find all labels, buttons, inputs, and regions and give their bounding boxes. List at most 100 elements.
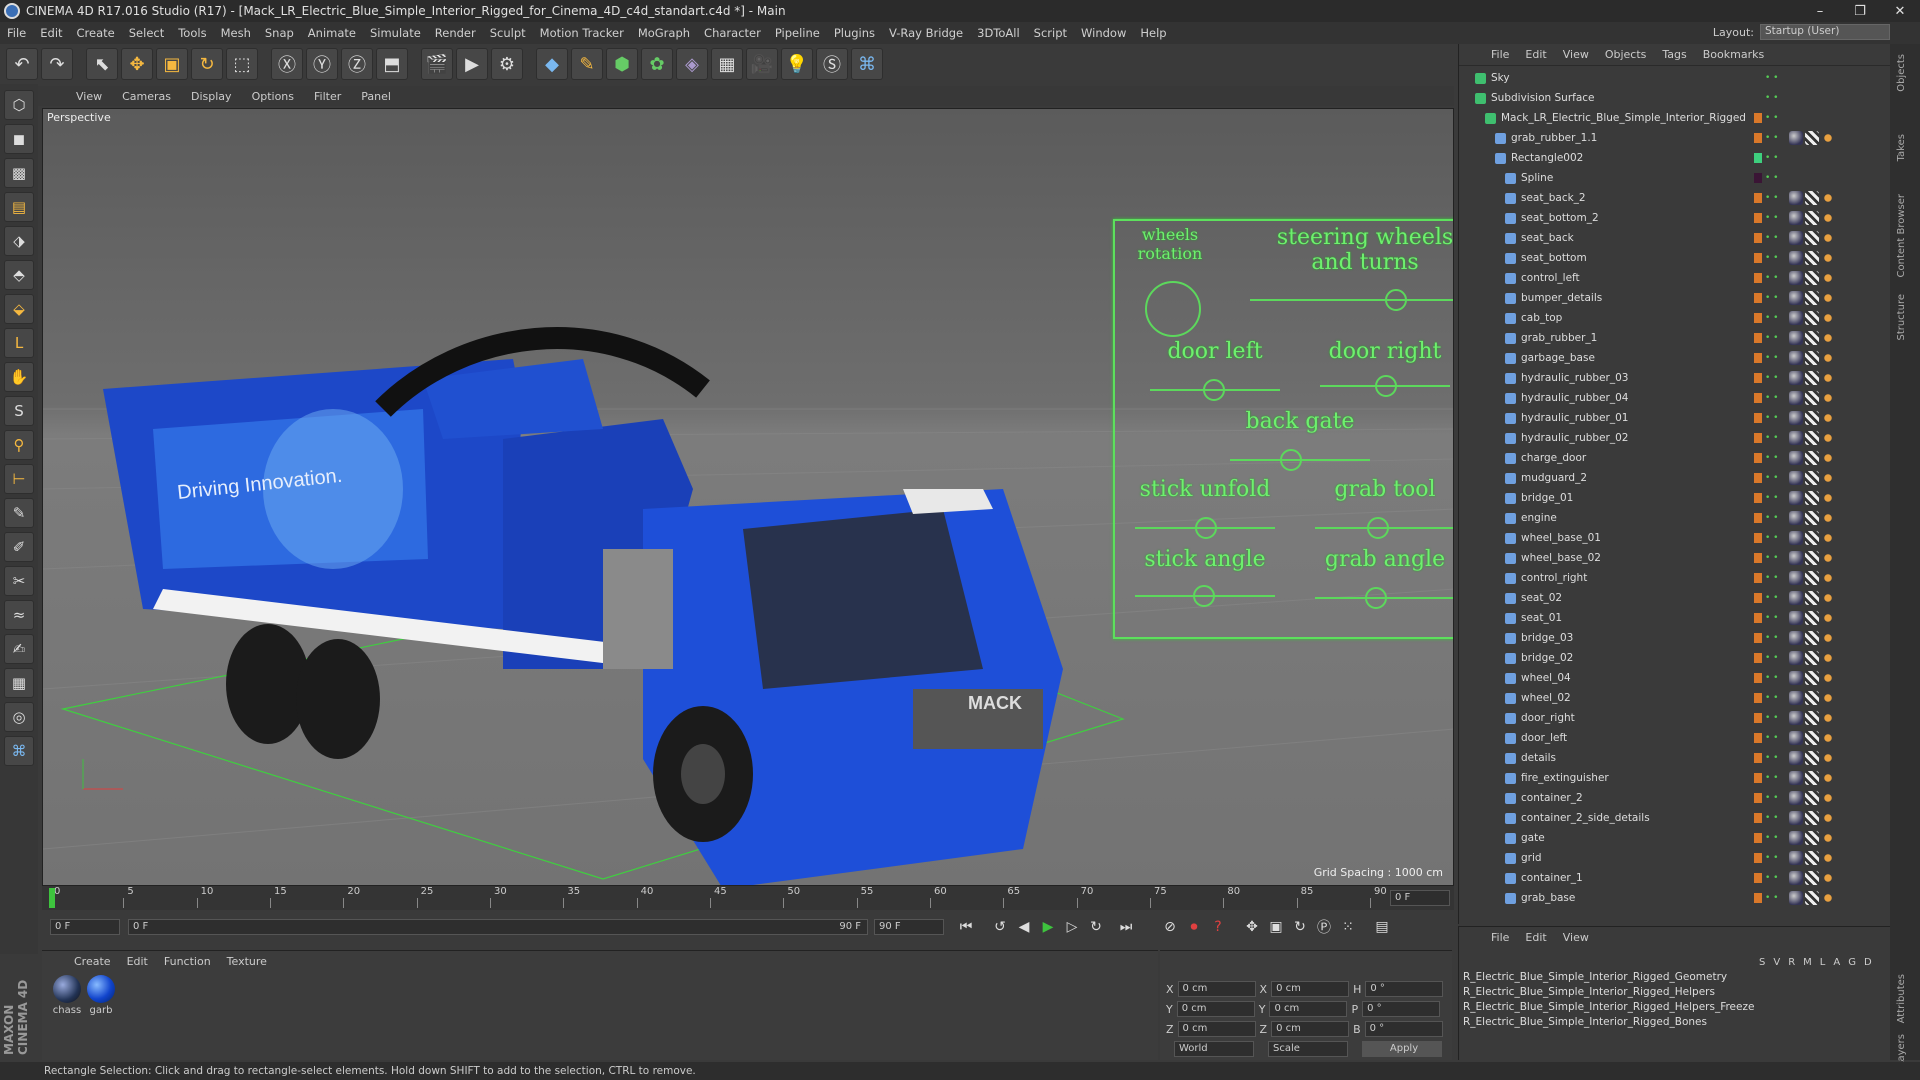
material-tag-icon[interactable] [1789,271,1803,285]
material-tag-icon[interactable] [1789,311,1803,325]
material-tag-icon[interactable] [1789,511,1803,525]
rig-tag-icon[interactable] [1821,831,1835,845]
size-y-field[interactable]: 0 cm [1269,1001,1348,1017]
timeline-menu-icon[interactable]: ▤ [1370,915,1394,939]
rig-tag-icon[interactable] [1821,251,1835,265]
material-tag-icon[interactable] [1789,291,1803,305]
material-menu-texture[interactable]: Texture [219,955,275,968]
autokey-icon[interactable]: ⏺ [1182,915,1206,939]
visibility-toggle-icon[interactable]: • • [1765,694,1778,703]
viewport-menu-filter[interactable]: Filter [304,90,351,103]
visibility-toggle-icon[interactable]: • • [1765,774,1778,783]
undo-icon[interactable]: ↶ [6,48,38,80]
rig-tag-icon[interactable] [1821,511,1835,525]
rig-tag-icon[interactable] [1821,631,1835,645]
visibility-toggle-icon[interactable]: • • [1765,614,1778,623]
menu-snap[interactable]: Snap [258,26,301,40]
door-right-slider[interactable] [1375,375,1397,397]
rig-tag-icon[interactable] [1821,711,1835,725]
key-pla-icon[interactable]: ⁙ [1336,915,1360,939]
visibility-toggle-icon[interactable]: • • [1765,554,1778,563]
material-swatch-1[interactable]: chass [52,975,82,1016]
object-row[interactable]: grab_rubber_1.1 • • [1459,128,1891,148]
visibility-toggle-icon[interactable]: • • [1765,174,1778,183]
scale-icon[interactable]: ▣ [156,48,188,80]
material-tag-icon[interactable] [1789,711,1803,725]
menu-plugins[interactable]: Plugins [827,26,882,40]
texture-tag-icon[interactable] [1805,291,1819,305]
objects-menu-tags[interactable]: Tags [1654,48,1694,61]
menu-simulate[interactable]: Simulate [363,26,428,40]
material-tag-icon[interactable] [1789,331,1803,345]
menu-tools[interactable]: Tools [171,26,213,40]
recent-tools-icon[interactable]: ⬚ [226,48,258,80]
light-icon[interactable]: 💡 [781,48,813,80]
visibility-toggle-icon[interactable]: • • [1765,874,1778,883]
visibility-toggle-icon[interactable]: • • [1765,334,1778,343]
material-tag-icon[interactable] [1789,791,1803,805]
layers-menu-view[interactable]: View [1555,931,1597,944]
floor-icon[interactable]: ▦ [711,48,743,80]
texture-tag-icon[interactable] [1805,391,1819,405]
texture-tag-icon[interactable] [1805,751,1819,765]
object-row[interactable]: grab_rubber_1 • • [1459,328,1891,348]
layer-color-swatch[interactable] [1754,213,1762,223]
layer-color-swatch[interactable] [1754,253,1762,263]
visibility-toggle-icon[interactable]: • • [1765,754,1778,763]
rig-tag-icon[interactable] [1821,291,1835,305]
rig-tag-icon[interactable] [1821,591,1835,605]
viewport-menu-cameras[interactable]: Cameras [112,90,181,103]
rig-tag-icon[interactable] [1821,351,1835,365]
layer-color-swatch[interactable] [1754,493,1762,503]
material-tag-icon[interactable] [1789,611,1803,625]
objects-menu-bookmarks[interactable]: Bookmarks [1695,48,1772,61]
viewport-menu-panel[interactable]: Panel [351,90,401,103]
object-row[interactable]: door_right • • [1459,708,1891,728]
menu-edit[interactable]: Edit [33,26,69,40]
object-row[interactable]: seat_02 • • [1459,588,1891,608]
tab-content-browser[interactable]: Content Browser [1896,194,1907,277]
material-tag-icon[interactable] [1789,211,1803,225]
menu-file[interactable]: File [0,26,33,40]
layer-color-swatch[interactable] [1754,233,1762,243]
layer-color-swatch[interactable] [1754,653,1762,663]
object-row[interactable]: container_1 • • [1459,868,1891,888]
texture-tag-icon[interactable] [1805,271,1819,285]
material-tag-icon[interactable] [1789,651,1803,665]
snap-icon[interactable]: S [4,396,34,426]
texture-tag-icon[interactable] [1805,371,1819,385]
texture-tag-icon[interactable] [1805,771,1819,785]
rig-tag-icon[interactable] [1821,651,1835,665]
visibility-toggle-icon[interactable]: • • [1765,894,1778,903]
material-tag-icon[interactable] [1789,571,1803,585]
rig-tag-icon[interactable] [1821,491,1835,505]
texture-tag-icon[interactable] [1805,671,1819,685]
object-row[interactable]: seat_bottom_2 • • [1459,208,1891,228]
visibility-toggle-icon[interactable]: • • [1765,134,1778,143]
visibility-toggle-icon[interactable]: • • [1765,814,1778,823]
rig-tag-icon[interactable] [1821,571,1835,585]
rig-tag-icon[interactable] [1821,731,1835,745]
pos-x-field[interactable]: 0 cm [1177,981,1256,997]
material-tag-icon[interactable] [1789,351,1803,365]
material-tag-icon[interactable] [1789,731,1803,745]
rig-tag-icon[interactable] [1821,551,1835,565]
magnet-icon[interactable]: ⚲ [4,430,34,460]
script-s-icon[interactable]: Ⓢ [816,48,848,80]
menu-character[interactable]: Character [697,26,768,40]
object-row[interactable]: hydraulic_rubber_01 • • [1459,408,1891,428]
object-row[interactable]: Rectangle002 • • [1459,148,1891,168]
door-left-slider[interactable] [1203,379,1225,401]
timeline-end-field[interactable]: 0 F [1390,890,1450,906]
rot-h-field[interactable]: 0 ° [1365,981,1444,997]
texture-tag-icon[interactable] [1805,691,1819,705]
layer-color-swatch[interactable] [1754,113,1762,123]
texture-tag-icon[interactable] [1805,251,1819,265]
rot-b-field[interactable]: 0 ° [1364,1021,1443,1037]
material-tag-icon[interactable] [1789,691,1803,705]
object-row[interactable]: seat_01 • • [1459,608,1891,628]
visibility-toggle-icon[interactable]: • • [1765,854,1778,863]
redo-icon[interactable]: ↷ [41,48,73,80]
visibility-toggle-icon[interactable]: • • [1765,494,1778,503]
visibility-toggle-icon[interactable]: • • [1765,734,1778,743]
